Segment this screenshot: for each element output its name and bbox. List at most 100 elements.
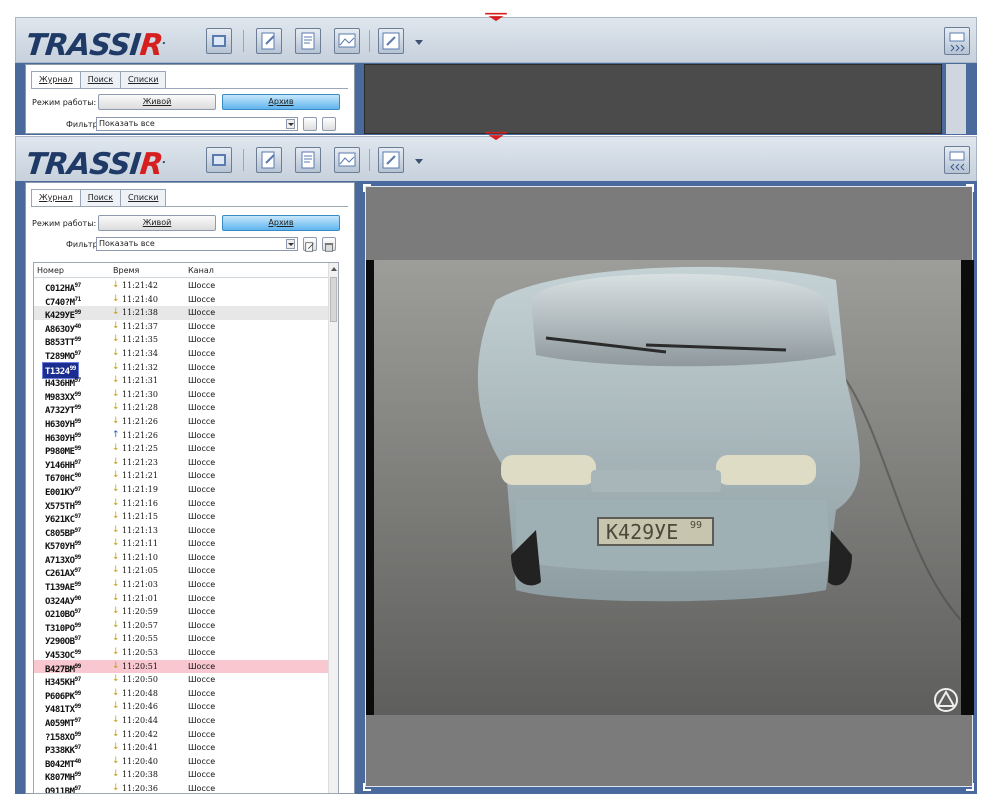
chevron-down-icon[interactable] bbox=[415, 159, 423, 164]
table-row[interactable]: У621КС97 ↓ 11:21:15 Шоссе bbox=[34, 510, 329, 525]
arrow-down-icon: ↓ bbox=[112, 742, 120, 753]
image-icon[interactable] bbox=[334, 28, 360, 54]
table-row[interactable]: С805ВР97 ↓ 11:21:13 Шоссе bbox=[34, 524, 329, 539]
row-channel: Шоссе bbox=[188, 607, 216, 617]
film-icon[interactable] bbox=[206, 147, 232, 173]
row-time: 11:21:31 bbox=[122, 376, 158, 386]
table-row[interactable]: О210ВО97 ↓ 11:20:59 Шоссе bbox=[34, 605, 329, 620]
table-row[interactable]: Т139АЕ99 ↓ 11:21:03 Шоссе bbox=[34, 578, 329, 593]
row-channel: Шоссе bbox=[188, 716, 216, 725]
bg-tab-search[interactable]: Поиск bbox=[79, 71, 122, 88]
bg-live-button[interactable]: Живой bbox=[98, 94, 216, 110]
live-button[interactable]: Живой bbox=[98, 215, 216, 231]
table-row[interactable]: Е001КУ97 ↓ 11:21:19 Шоссе bbox=[34, 483, 329, 498]
table-row[interactable]: К807МН99 ↓ 11:20:38 Шоссе bbox=[34, 768, 329, 783]
table-row[interactable]: С740?М71 ↓ 11:21:40 Шоссе bbox=[34, 293, 329, 308]
tab-journal[interactable]: Журнал bbox=[31, 189, 81, 207]
table-row[interactable]: Р980МЕ99 ↓ 11:21:25 Шоссе bbox=[34, 442, 329, 457]
chevron-down-icon[interactable] bbox=[415, 40, 423, 45]
edit-filter-icon[interactable] bbox=[303, 237, 317, 252]
table-row[interactable]: С012НА97 ↓ 11:21:42 Шоссе bbox=[34, 279, 329, 294]
expand-panel-icon[interactable] bbox=[944, 27, 970, 55]
tab-lists[interactable]: Списки bbox=[120, 189, 167, 206]
table-row[interactable]: А713ХО99 ↓ 11:21:10 Шоссе bbox=[34, 551, 329, 566]
collapse-panel-icon[interactable] bbox=[944, 146, 970, 174]
bg-delete-filter-icon[interactable] bbox=[322, 117, 336, 131]
arrow-down-icon: ↓ bbox=[112, 728, 120, 739]
table-row[interactable]: У453ОС99 ↓ 11:20:53 Шоссе bbox=[34, 646, 329, 661]
table-row[interactable]: У146НН97 ↓ 11:21:23 Шоссе bbox=[34, 456, 329, 471]
table-row[interactable]: Н345КН97 ↓ 11:20:50 Шоссе bbox=[34, 673, 329, 688]
row-channel: Шоссе bbox=[188, 783, 216, 793]
delete-filter-icon[interactable] bbox=[322, 237, 336, 252]
camera-frame: К429УЕ 99 bbox=[366, 260, 974, 715]
video-viewport[interactable]: К429УЕ 99 bbox=[365, 186, 974, 787]
column-number[interactable]: Номер bbox=[37, 266, 64, 275]
table-row[interactable]: В853ТТ99 ↓ 11:21:35 Шоссе bbox=[34, 333, 329, 348]
arrow-down-icon: ↓ bbox=[112, 633, 120, 644]
table-row[interactable]: Т310РО99 ↓ 11:20:57 Шоссе bbox=[34, 619, 329, 634]
report-icon[interactable] bbox=[295, 147, 321, 173]
row-time: 11:21:10 bbox=[122, 552, 158, 562]
table-body: С012НА97 ↓ 11:21:42 Шоссе С740?М71 ↓ 11:21:40 Ш… bbox=[34, 279, 329, 794]
column-time[interactable]: Время bbox=[113, 266, 139, 275]
table-row[interactable]: У481ТХ99 ↓ 11:20:46 Шоссе bbox=[34, 700, 329, 715]
table-row[interactable]: У290ОВ97 ↓ 11:20:55 Шоссе bbox=[34, 632, 329, 647]
table-row[interactable]: А863ОУ40 ↓ 11:21:37 Шоссе bbox=[34, 320, 329, 335]
settings-icon[interactable] bbox=[378, 147, 404, 173]
bg-mode-label: Режим работы: bbox=[32, 98, 97, 107]
row-time: 11:21:19 bbox=[122, 484, 158, 494]
table-scrollbar[interactable] bbox=[328, 263, 338, 793]
plates-table: Номер Время Канал С012НА97 ↓ 11:21:42 Шоссе… bbox=[33, 262, 339, 794]
table-row[interactable]: ?158ХО99 ↓ 11:20:42 Шоссе bbox=[34, 728, 329, 743]
row-channel: Шоссе bbox=[188, 661, 216, 671]
table-row[interactable]: Т670НС90 ↓ 11:21:21 Шоссе bbox=[34, 469, 329, 484]
edit-icon[interactable] bbox=[256, 147, 282, 173]
table-row[interactable]: Р606РК99 ↓ 11:20:48 Шоссе bbox=[34, 687, 329, 702]
row-channel: Шоссе bbox=[188, 620, 216, 630]
scroll-thumb[interactable] bbox=[330, 277, 337, 322]
table-row[interactable]: О911ВМ97 ↓ 11:20:36 Шоссе bbox=[34, 782, 329, 794]
tab-search[interactable]: Поиск bbox=[79, 189, 122, 206]
bg-tab-journal[interactable]: Журнал bbox=[31, 71, 81, 89]
table-row[interactable]: А059МТ97 ↓ 11:20:44 Шоссе bbox=[34, 714, 329, 729]
row-time: 11:21:11 bbox=[122, 539, 158, 549]
row-time: 11:20:46 bbox=[122, 702, 158, 712]
bg-edit-filter-icon[interactable] bbox=[303, 117, 317, 131]
film-icon[interactable] bbox=[206, 28, 232, 54]
edit-icon[interactable] bbox=[256, 28, 282, 54]
table-row[interactable]: К429УЕ99 ↓ 11:21:38 Шоссе bbox=[34, 306, 329, 321]
table-row[interactable]: О324АУ90 ↓ 11:21:01 Шоссе bbox=[34, 592, 329, 607]
bg-filter-select[interactable]: Показать все bbox=[96, 117, 298, 131]
table-row[interactable]: А732УТ99 ↓ 11:21:28 Шоссе bbox=[34, 401, 329, 416]
table-row[interactable]: Н630УН99 ↓ 11:21:26 Шоссе bbox=[34, 415, 329, 430]
table-row[interactable]: Т289МО97 ↓ 11:21:34 Шоссе bbox=[34, 347, 329, 362]
table-row[interactable]: Р338КК97 ↓ 11:20:41 Шоссе bbox=[34, 741, 329, 756]
filter-select[interactable]: Показать все bbox=[96, 237, 298, 251]
report-icon[interactable] bbox=[295, 28, 321, 54]
row-channel: Шоссе bbox=[188, 756, 216, 766]
bg-tab-lists[interactable]: Списки bbox=[120, 71, 167, 88]
image-icon[interactable] bbox=[334, 147, 360, 173]
table-row[interactable]: С261АХ97 ↓ 11:21:05 Шоссе bbox=[34, 564, 329, 579]
bg-archive-button[interactable]: Архив bbox=[222, 94, 340, 110]
table-row[interactable]: Х575ТН99 ↓ 11:21:16 Шоссе bbox=[34, 497, 329, 512]
arrow-down-icon: ↓ bbox=[112, 470, 120, 481]
arrow-down-icon: ↓ bbox=[112, 551, 120, 562]
table-row[interactable]: М983ХХ99 ↓ 11:21:30 Шоссе bbox=[34, 388, 329, 403]
table-row[interactable]: В042МТ40 ↓ 11:20:40 Шоссе bbox=[34, 755, 329, 770]
settings-icon[interactable] bbox=[378, 28, 404, 54]
scroll-up-icon[interactable] bbox=[331, 267, 337, 271]
row-time: 11:20:44 bbox=[122, 716, 158, 725]
table-row[interactable]: В427ВМ99 ↓ 11:20:51 Шоссе bbox=[34, 659, 329, 675]
arrow-down-icon: ↓ bbox=[112, 524, 120, 535]
table-row[interactable]: Н436НМ97 ↓ 11:21:31 Шоссе bbox=[34, 374, 329, 389]
table-row[interactable]: К570УН99 ↓ 11:21:11 Шоссе bbox=[34, 537, 329, 552]
trassir-logo: TRASSIR. bbox=[24, 147, 166, 182]
table-row[interactable]: Т132499 ↓ 11:21:32 Шоссе bbox=[34, 361, 329, 379]
table-row[interactable]: Н630УН99 ↑ 11:21:26 Шоссе bbox=[34, 429, 329, 444]
chevron-down-icon[interactable] bbox=[286, 239, 295, 249]
plate-number: О911ВМ97 bbox=[45, 784, 81, 794]
column-channel[interactable]: Канал bbox=[188, 266, 214, 275]
archive-button[interactable]: Архив bbox=[222, 215, 340, 231]
